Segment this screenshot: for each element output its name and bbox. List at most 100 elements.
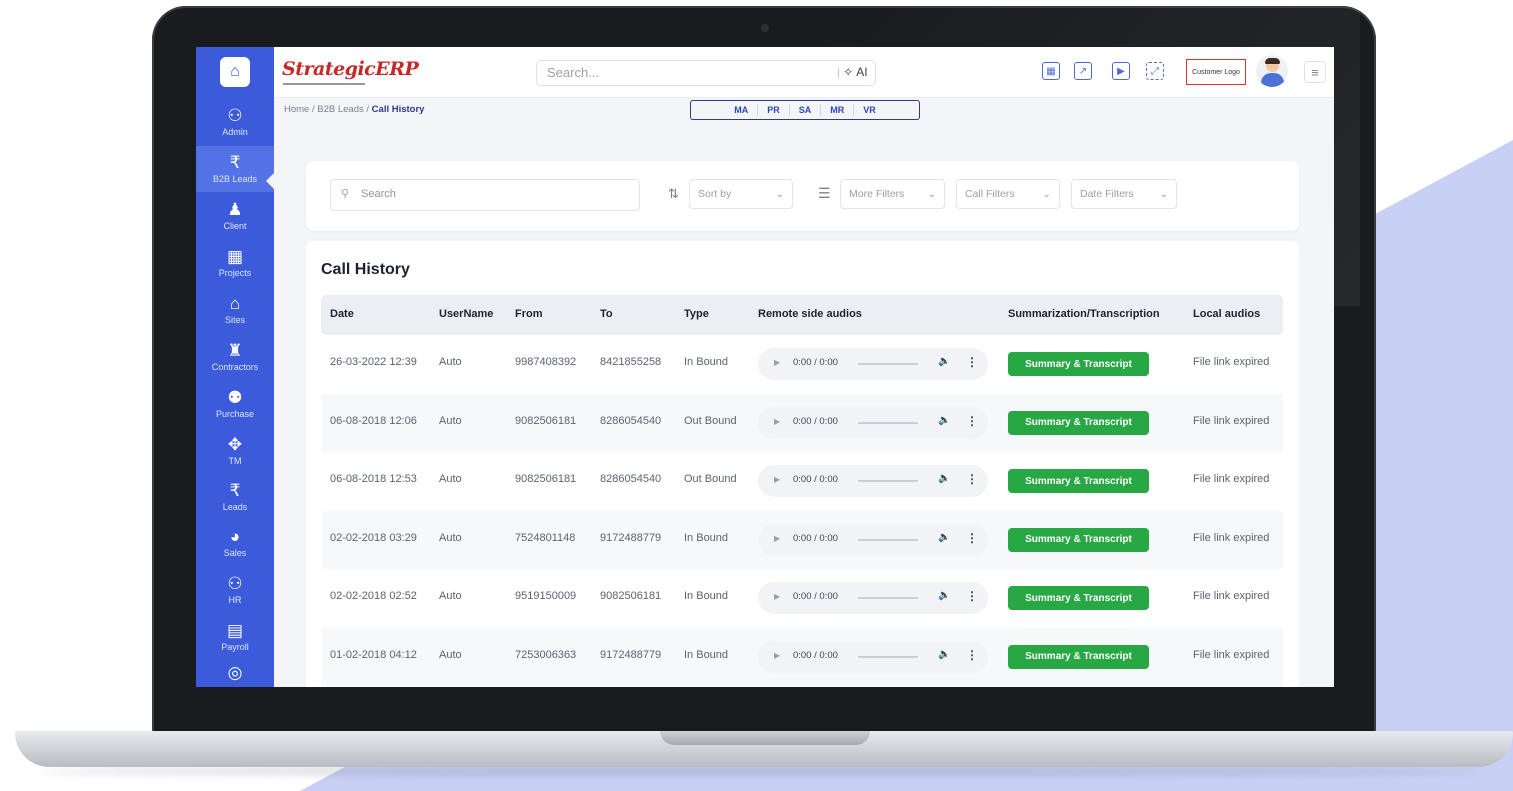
ai-button[interactable]: | ✧ AI (837, 60, 868, 84)
volume-icon[interactable]: 🔈 (938, 532, 950, 543)
cell-local-audio: File link expired (1193, 590, 1270, 602)
audio-player[interactable]: ▶ 0:00 / 0:00 🔈 ⋮ (758, 523, 988, 556)
audio-player[interactable]: ▶ 0:00 / 0:00 🔈 ⋮ (758, 465, 988, 497)
breadcrumb-home[interactable]: Home (284, 104, 309, 115)
filter-bar: ⚲ Search ⇅ Sort by ⌄ ☰ More Filters ⌄ Call… (306, 161, 1299, 231)
volume-icon[interactable]: 🔈 (938, 356, 950, 367)
cell-from: 9082506181 (515, 473, 577, 485)
audio-progress-track[interactable] (858, 655, 918, 658)
sidebar-item[interactable]: ₹ Leads (196, 474, 274, 520)
sidebar-item[interactable]: ⚇ HR (196, 567, 274, 613)
fullscreen-icon[interactable]: ⤢ (1146, 62, 1164, 80)
date-filters-dropdown[interactable]: Date Filters ⌄ (1071, 179, 1177, 209)
volume-icon[interactable]: 🔈 (938, 415, 950, 426)
brand-logo[interactable]: StrategicERP (282, 58, 419, 80)
summary-transcript-button[interactable]: Summary & Transcript (1008, 527, 1149, 552)
sidebar-item-more[interactable]: ◎ (196, 659, 274, 687)
audio-player[interactable]: ▶ 0:00 / 0:00 🔈 ⋮ (758, 640, 988, 673)
external-link-icon[interactable]: ↗ (1074, 62, 1092, 80)
sidebar-item[interactable]: ⌂ Sites (196, 287, 274, 333)
audio-progress-track[interactable] (858, 597, 918, 599)
chevron-down-icon: ⌄ (775, 188, 784, 200)
sidebar-item[interactable]: ⚉ Purchase (196, 381, 274, 427)
more-options-icon[interactable]: ⋮ (966, 648, 978, 662)
more-options-icon[interactable]: ⋮ (966, 531, 978, 545)
cell-date: 06-08-2018 12:06 (330, 414, 417, 427)
call-filters-dropdown[interactable]: Call Filters ⌄ (956, 179, 1060, 209)
volume-icon[interactable]: 🔈 (938, 473, 950, 484)
filter-icon[interactable]: ☰ (818, 185, 831, 202)
play-video-icon[interactable]: ▶ (1112, 62, 1130, 80)
play-icon[interactable]: ▶ (774, 417, 780, 426)
sidebar-item-label: Projects (218, 268, 252, 278)
play-icon[interactable]: ▶ (774, 475, 780, 484)
summary-transcript-button[interactable]: Summary & Transcript (1008, 644, 1149, 669)
sort-icon[interactable]: ⇅ (668, 186, 679, 202)
more-options-icon[interactable]: ⋮ (966, 414, 978, 428)
audio-progress-track[interactable] (858, 538, 918, 541)
tab-vr[interactable]: VR (854, 104, 885, 116)
call-history-card: Call History Date UserName From To Type … (306, 241, 1299, 687)
cell-to: 9172488779 (600, 531, 662, 544)
chevron-down-icon: ⌄ (1159, 188, 1168, 200)
table-row: 02-02-2018 02:52 Auto 9519150009 9082506181… (321, 569, 1283, 627)
tab-pr[interactable]: PR (758, 104, 790, 116)
sidebar-item[interactable]: ⚇ Admin (196, 99, 274, 145)
summary-transcript-button[interactable]: Summary & Transcript (1008, 352, 1149, 376)
tab-mr[interactable]: MR (821, 104, 855, 116)
audio-player[interactable]: ▶ 0:00 / 0:00 🔈 ⋮ (758, 406, 988, 439)
audio-player[interactable]: ▶ 0:00 / 0:00 🔈 ⋮ (758, 582, 988, 614)
tab-sa[interactable]: SA (790, 104, 822, 116)
more-options-icon[interactable]: ⋮ (966, 472, 978, 486)
list-search-input[interactable]: ⚲ Search (330, 179, 640, 211)
play-icon[interactable]: ▶ (774, 651, 780, 660)
sidebar-item[interactable]: ₹ B2B Leads (196, 146, 274, 192)
home-button[interactable]: ⌂ (220, 57, 250, 87)
hamburger-menu-icon[interactable]: ≡ (1304, 61, 1326, 83)
cell-local-audio: File link expired (1193, 648, 1270, 661)
app-screen: ⌂ ⚇ Admin ₹ B2B Leads ♟ Client ▦ Projects ⌂ Sites… (196, 47, 1334, 687)
global-search-input[interactable]: Search... (536, 60, 876, 86)
audio-progress-track[interactable] (858, 421, 918, 424)
volume-icon[interactable]: 🔈 (938, 590, 950, 601)
audio-progress-track[interactable] (858, 480, 918, 482)
sidebar-item[interactable]: ▦ Projects (196, 240, 274, 286)
audio-player[interactable]: ▶ 0:00 / 0:00 🔈 ⋮ (758, 348, 988, 380)
cell-user: Auto (439, 590, 462, 602)
breadcrumb: Home / B2B Leads / Call History (284, 104, 425, 115)
breadcrumb-b2b-leads[interactable]: B2B Leads (317, 104, 363, 115)
laptop-notch (660, 731, 870, 745)
admin-icon: ⚇ (227, 106, 243, 125)
sidebar-item[interactable]: ✥ TM (196, 428, 274, 474)
cell-date: 26-03-2022 12:39 (330, 356, 417, 368)
sidebar-item[interactable]: ▤ Payroll (196, 614, 274, 660)
table-row: 06-08-2018 12:06 Auto 9082506181 8286054540… (321, 393, 1283, 452)
more-options-icon[interactable]: ⋮ (966, 589, 978, 603)
col-username: UserName (439, 308, 494, 320)
play-icon[interactable]: ▶ (774, 592, 780, 601)
sidebar-item-label: HR (228, 595, 242, 605)
play-icon[interactable]: ▶ (774, 358, 780, 367)
col-from: From (515, 308, 543, 320)
cell-user: Auto (439, 356, 462, 368)
sidebar-item[interactable]: ♜ Contractors (196, 334, 274, 380)
webcam (761, 24, 769, 32)
tab-ma[interactable]: MA (725, 104, 759, 116)
play-icon[interactable]: ▶ (774, 534, 780, 543)
leads-icon: ₹ (229, 481, 241, 500)
qr-code-icon[interactable]: ▦ (1042, 62, 1060, 80)
more-options-icon[interactable]: ⋮ (966, 355, 978, 369)
sidebar-item[interactable]: ♟ Client (196, 193, 274, 239)
sidebar-item[interactable]: ◕ Sales (196, 520, 274, 566)
summary-transcript-button[interactable]: Summary & Transcript (1008, 410, 1149, 435)
more-filters-dropdown[interactable]: More Filters ⌄ (840, 179, 945, 209)
breadcrumb-current: Call History (371, 104, 425, 115)
chevron-down-icon: ⌄ (927, 188, 936, 200)
sort-by-dropdown[interactable]: Sort by ⌄ (689, 179, 793, 209)
summary-transcript-button[interactable]: Summary & Transcript (1008, 469, 1149, 493)
user-avatar[interactable] (1256, 55, 1288, 87)
summary-transcript-button[interactable]: Summary & Transcript (1008, 586, 1149, 610)
volume-icon[interactable]: 🔈 (938, 649, 950, 660)
audio-progress-track[interactable] (858, 363, 918, 365)
audio-time: 0:00 / 0:00 (793, 474, 838, 485)
